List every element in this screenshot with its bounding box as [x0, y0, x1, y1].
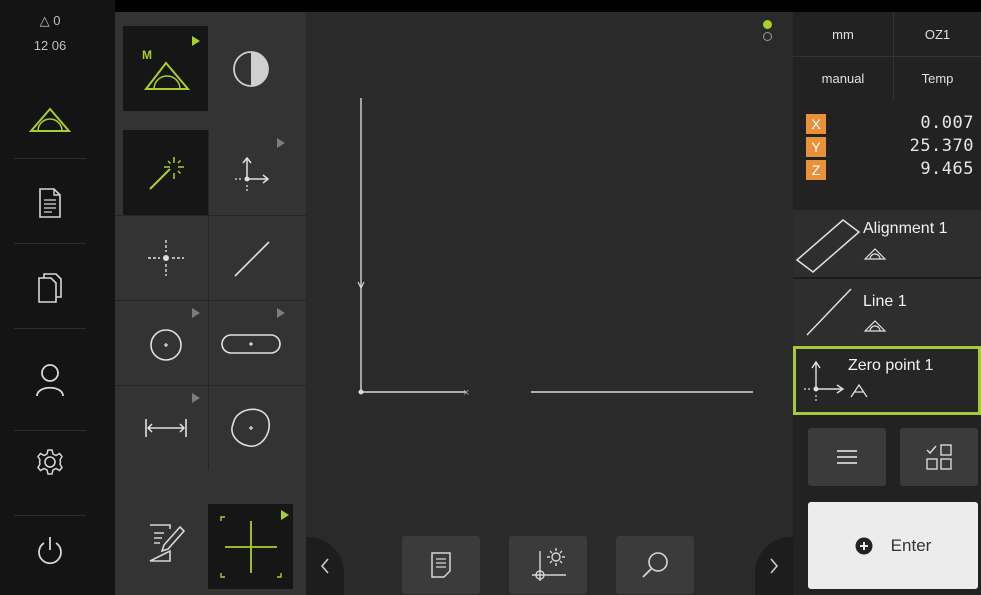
- mode-button[interactable]: manual: [793, 56, 893, 100]
- measurement-report-icon: [39, 187, 61, 218]
- zoom-icon: [642, 552, 668, 578]
- status-led-active: [763, 20, 772, 29]
- chevron-right-icon: [770, 558, 779, 574]
- crosshair-icon: [219, 515, 282, 578]
- zero-point-icon: [234, 156, 269, 191]
- user-login-icon: [36, 363, 64, 396]
- workspace-canvas[interactable]: ×: [306, 12, 793, 595]
- feature-view: ×: [357, 98, 753, 399]
- feature-item-zero-point[interactable]: Zero point 1: [793, 346, 981, 415]
- status-led-inactive: [763, 32, 772, 41]
- constructed-icon: [850, 383, 868, 398]
- point-icon: [147, 239, 184, 276]
- tools-palette: M: [115, 12, 306, 595]
- contrast-icon: [232, 50, 269, 87]
- inspector-panel: mm OZ1 manual Temp X 0.007 Y 25.370 Z 9.…: [763, 12, 981, 595]
- blob-icon: [230, 408, 270, 447]
- blob-tool-button[interactable]: [208, 385, 293, 470]
- feature-name: Zero point 1: [848, 357, 934, 374]
- measure-magic-icon: [148, 156, 184, 190]
- coord-row-z: Z 9.465: [793, 159, 981, 181]
- warnings-count: △ 0: [39, 13, 61, 28]
- report-icon: [431, 552, 451, 578]
- zero-point-tool-button[interactable]: [208, 130, 293, 215]
- slot-icon: [220, 333, 281, 354]
- point-tool-button[interactable]: [123, 215, 208, 300]
- crosshair-button[interactable]: [208, 504, 293, 589]
- contrast-button[interactable]: [208, 26, 293, 111]
- plus-circle-icon: [855, 537, 873, 554]
- line-feature-icon: [806, 288, 852, 336]
- measure-icon: [28, 106, 72, 132]
- circle-icon: [149, 328, 182, 361]
- manual-measurement-button[interactable]: M: [123, 26, 208, 111]
- coord-system-button[interactable]: OZ1: [893, 12, 981, 56]
- coord-value-x: 0.007: [920, 113, 974, 133]
- coord-row-y: Y 25.370: [793, 136, 981, 158]
- measured-icon: [863, 248, 887, 260]
- enter-label: Enter: [890, 535, 932, 555]
- report-button[interactable]: [402, 536, 480, 594]
- temp-button[interactable]: Temp: [893, 56, 981, 100]
- svg-text:M: M: [142, 48, 152, 62]
- main-menu: △ 0 12 06: [0, 0, 115, 595]
- slot-tool-button[interactable]: [208, 300, 293, 385]
- axis-badge-y: Y: [806, 137, 826, 157]
- feature-name: Line 1: [863, 293, 907, 310]
- enter-button[interactable]: Enter: [808, 502, 978, 589]
- power-icon: [38, 536, 62, 564]
- select-grid-icon: [926, 444, 952, 470]
- unit-button[interactable]: mm: [793, 12, 893, 56]
- nav-power[interactable]: [0, 507, 100, 592]
- nav-measure[interactable]: [0, 76, 100, 161]
- line-tool-button[interactable]: [208, 215, 293, 300]
- view-settings-icon: [532, 548, 566, 581]
- coord-value-y: 25.370: [909, 136, 974, 156]
- file-management-icon: [38, 272, 62, 303]
- axis-badge-z: Z: [806, 160, 826, 180]
- zoom-button[interactable]: [616, 536, 694, 594]
- settings-icon: [37, 448, 63, 475]
- nav-measurement-report[interactable]: [0, 160, 100, 245]
- zero-point-feature-icon: [804, 360, 845, 401]
- clock: 12 06: [33, 38, 67, 53]
- feature-item-alignment[interactable]: Alignment 1: [793, 210, 981, 277]
- annotation-icon: [149, 523, 185, 562]
- measure-magic-button[interactable]: [123, 130, 208, 215]
- hamburger-icon: [837, 450, 857, 464]
- x-axis-marker: ×: [463, 387, 469, 399]
- circle-tool-button[interactable]: [123, 300, 208, 385]
- view-settings-button[interactable]: [509, 536, 587, 594]
- measured-icon: [863, 320, 887, 332]
- status-grid: mm OZ1 manual Temp: [793, 12, 981, 100]
- status-area: △ 0 12 06: [0, 0, 100, 72]
- alignment-icon: [795, 219, 861, 273]
- nav-settings[interactable]: [0, 419, 100, 504]
- nav-user-login[interactable]: [0, 337, 100, 422]
- select-features-button[interactable]: [900, 428, 978, 486]
- chevron-left-icon: [320, 558, 329, 574]
- distance-tool-button[interactable]: [123, 385, 208, 470]
- feature-item-line[interactable]: Line 1: [793, 279, 981, 346]
- coord-row-x: X 0.007: [793, 113, 981, 135]
- feature-name: Alignment 1: [863, 220, 948, 237]
- line-icon: [233, 240, 270, 277]
- menu-button[interactable]: [808, 428, 886, 486]
- nav-file-management[interactable]: [0, 245, 100, 330]
- axis-badge-x: X: [806, 114, 826, 134]
- manual-measurement-icon: M: [142, 48, 190, 90]
- distance-icon: [144, 418, 187, 437]
- annotation-button[interactable]: [123, 500, 208, 585]
- coord-value-z: 9.465: [920, 159, 974, 179]
